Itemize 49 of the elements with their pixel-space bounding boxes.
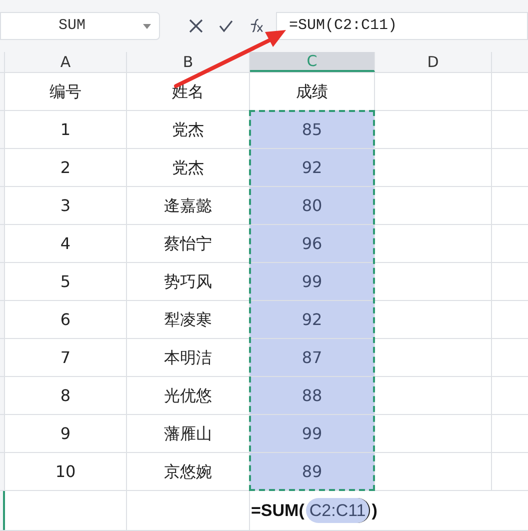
column-header[interactable] [492, 52, 528, 72]
row-header[interactable] [0, 491, 5, 530]
table-cell-text: 京悠婉 [164, 460, 212, 482]
table-cell-text: 99 [302, 270, 322, 292]
table-cell-text: 势巧风 [164, 270, 212, 292]
column-header[interactable]: B [127, 52, 250, 72]
table-cell-text: 9 [60, 422, 71, 444]
table-cell-text: 3 [60, 194, 71, 216]
corner-header[interactable] [0, 52, 5, 72]
table-cell-text: 7 [60, 346, 71, 368]
table-cell-text: 编号 [50, 80, 82, 102]
range-reference: C2:C11 [306, 498, 370, 524]
table-cell-text: 成绩 [296, 80, 328, 102]
table-cell-text: 88 [302, 384, 322, 406]
table-cell-text: 蔡怡宁 [164, 232, 212, 254]
table-cell-text: 89 [302, 460, 322, 482]
confirm-icon[interactable] [218, 18, 234, 34]
column-header[interactable]: A [5, 52, 127, 72]
table-cell-text: 光优悠 [164, 384, 212, 406]
table-cell-text: 10 [55, 460, 76, 482]
formula-text: =SUM( [251, 500, 304, 522]
table-cell-text: 藩雁山 [164, 422, 212, 444]
table-cell-text: 85 [302, 118, 322, 140]
table-cell-text: 犁凌寒 [164, 308, 212, 330]
table-cell-text: 96 [302, 232, 322, 254]
table-cell-text: 6 [60, 308, 71, 330]
table-cell-text: 本明洁 [164, 346, 212, 368]
column-header[interactable]: D [375, 52, 492, 72]
editing-cell[interactable]: =SUM( C2:C11 ) [250, 491, 375, 530]
table-cell-text: 党杰 [172, 118, 204, 140]
table-cell-text: 党杰 [172, 156, 204, 178]
dropdown-caret-icon[interactable] [143, 24, 151, 28]
name-box-value: SUM [57, 16, 86, 36]
table-cell-text: 92 [302, 156, 322, 178]
name-box[interactable]: SUM [0, 12, 160, 40]
table-cell-text: 80 [302, 194, 322, 216]
table-cell-text: 92 [302, 308, 322, 330]
table-cell-text: 逄嘉懿 [164, 194, 212, 216]
table-cell-text: 4 [60, 232, 71, 254]
table-cell-text: 5 [60, 270, 71, 292]
formula-text: ) [372, 500, 378, 522]
table-cell-text: 1 [60, 118, 71, 140]
table-cell-text: 99 [302, 422, 322, 444]
table-cell-text: 8 [60, 384, 71, 406]
table-cell-text: 87 [302, 346, 322, 368]
table-cell-text: 姓名 [172, 80, 204, 102]
table-cell-text: 2 [60, 156, 71, 178]
cancel-icon[interactable] [188, 18, 204, 34]
formula-field[interactable]: =SUM(C2:C11) [276, 12, 528, 40]
